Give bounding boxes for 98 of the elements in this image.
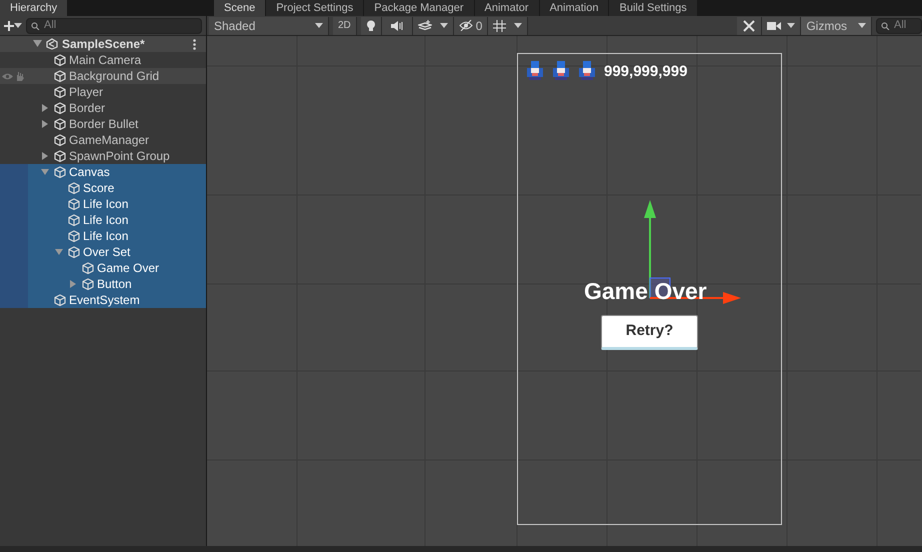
item-label: Over Set — [83, 244, 130, 261]
item-label: Player — [69, 84, 104, 101]
hidden-objects-toggle[interactable]: 0 — [454, 16, 488, 34]
collapsed-arrow-icon[interactable] — [41, 152, 49, 160]
panel-tab[interactable]: Project Settings — [266, 0, 364, 16]
hierarchy-item[interactable]: Button — [0, 276, 206, 292]
grid-dropdown[interactable] — [488, 16, 528, 34]
panel-tab[interactable]: Animation — [540, 0, 610, 16]
scene-row[interactable]: SampleScene* — [0, 36, 206, 52]
search-icon — [881, 22, 891, 30]
item-label: GameManager — [69, 132, 150, 149]
panel-tab[interactable]: Scene — [214, 0, 266, 16]
item-label: Canvas — [69, 164, 110, 181]
search-field[interactable]: All — [26, 18, 202, 34]
hierarchy-item[interactable]: Canvas — [0, 164, 206, 180]
item-label: Score — [83, 180, 114, 197]
add-button[interactable] — [4, 20, 22, 30]
item-label: EventSystem — [69, 292, 140, 309]
eye-off-icon — [458, 20, 473, 31]
caret-icon — [315, 23, 323, 28]
hierarchy-item[interactable]: Game Over — [0, 260, 206, 276]
hierarchy-item[interactable]: Life Icon — [0, 212, 206, 228]
search-placeholder: All — [894, 18, 906, 34]
hierarchy-item[interactable]: GameManager — [0, 132, 206, 148]
collapsed-arrow-icon[interactable] — [41, 104, 49, 112]
cube-icon — [54, 54, 66, 66]
cube-icon — [54, 102, 66, 114]
cube-icon — [68, 246, 80, 258]
cube-icon — [54, 70, 66, 82]
item-label: Border Bullet — [69, 116, 138, 133]
gizmos-dropdown[interactable]: Gizmos — [801, 16, 872, 34]
camera-icon — [767, 20, 782, 30]
cube-icon — [54, 294, 66, 306]
effects-dropdown[interactable] — [412, 16, 454, 34]
hierarchy-item[interactable]: Life Icon — [0, 228, 206, 244]
speaker-icon — [390, 20, 403, 30]
ship-icon — [577, 61, 597, 81]
score-text: 999,999,999 — [604, 62, 688, 82]
grid-icon — [493, 20, 506, 32]
panel-tab[interactable]: Animator — [474, 0, 540, 16]
search-field[interactable]: All — [876, 18, 922, 34]
ship-icon — [551, 61, 571, 81]
item-label: Button — [97, 276, 132, 293]
cube-icon — [54, 118, 66, 130]
tools-button[interactable] — [737, 16, 762, 34]
scene-icon — [46, 38, 58, 50]
caret-icon — [858, 23, 866, 28]
cube-icon — [54, 150, 66, 162]
ship-icon — [525, 61, 545, 81]
hierarchy-item[interactable]: Over Set — [0, 244, 206, 260]
plus-icon — [4, 20, 14, 30]
cube-icon — [54, 86, 66, 98]
cube-icon — [54, 166, 66, 178]
layers-icon — [418, 20, 432, 31]
scene-name: SampleScene* — [62, 36, 146, 53]
cube-icon — [82, 278, 94, 290]
cube-icon — [68, 182, 80, 194]
hierarchy-item[interactable]: Border — [0, 100, 206, 116]
panel-tab[interactable]: Hierarchy — [0, 0, 68, 16]
audio-button[interactable] — [382, 16, 413, 34]
light-bulb-icon — [366, 20, 376, 32]
cube-icon — [68, 230, 80, 242]
mode-2d-toggle[interactable]: 2D — [333, 16, 357, 34]
search-icon — [31, 22, 41, 30]
hierarchy-item[interactable]: EventSystem — [0, 292, 206, 308]
panel-tab[interactable]: Package Manager — [364, 0, 475, 16]
search-placeholder: All — [44, 18, 56, 34]
expanded-arrow-icon[interactable] — [32, 40, 42, 48]
caret-icon — [440, 23, 448, 28]
item-label: Life Icon — [83, 196, 128, 213]
camera-dropdown[interactable] — [762, 16, 802, 34]
hierarchy-item[interactable]: Main Camera — [0, 52, 206, 68]
item-label: Life Icon — [83, 212, 128, 229]
hierarchy-item[interactable]: Life Icon — [0, 196, 206, 212]
caret-icon — [787, 23, 796, 28]
panel-tab[interactable]: Build Settings — [609, 0, 698, 16]
hierarchy-item[interactable]: SpawnPoint Group — [0, 148, 206, 164]
tools-icon — [742, 18, 756, 32]
caret-icon — [14, 22, 22, 28]
hierarchy-item[interactable]: Player — [0, 84, 206, 100]
item-label: Main Camera — [69, 52, 142, 69]
cube-icon — [82, 262, 94, 274]
item-label: Border — [69, 100, 106, 117]
cube-icon — [68, 214, 80, 226]
item-label: SpawnPoint Group — [69, 148, 170, 165]
item-label: Life Icon — [83, 228, 128, 245]
retry-button[interactable]: Retry? — [601, 315, 698, 350]
caret-icon — [514, 23, 522, 28]
item-label: Game Over — [97, 260, 160, 277]
cube-icon — [68, 198, 80, 210]
hierarchy-item[interactable]: Border Bullet — [0, 116, 206, 132]
lighting-button[interactable] — [360, 16, 382, 34]
cube-icon — [54, 134, 66, 146]
collapsed-arrow-icon[interactable] — [41, 120, 49, 128]
hierarchy-item[interactable]: Score — [0, 180, 206, 196]
item-label: Background Grid — [69, 68, 160, 85]
shading-dropdown[interactable]: Shaded — [209, 16, 329, 34]
more-options-icon[interactable] — [193, 38, 196, 50]
